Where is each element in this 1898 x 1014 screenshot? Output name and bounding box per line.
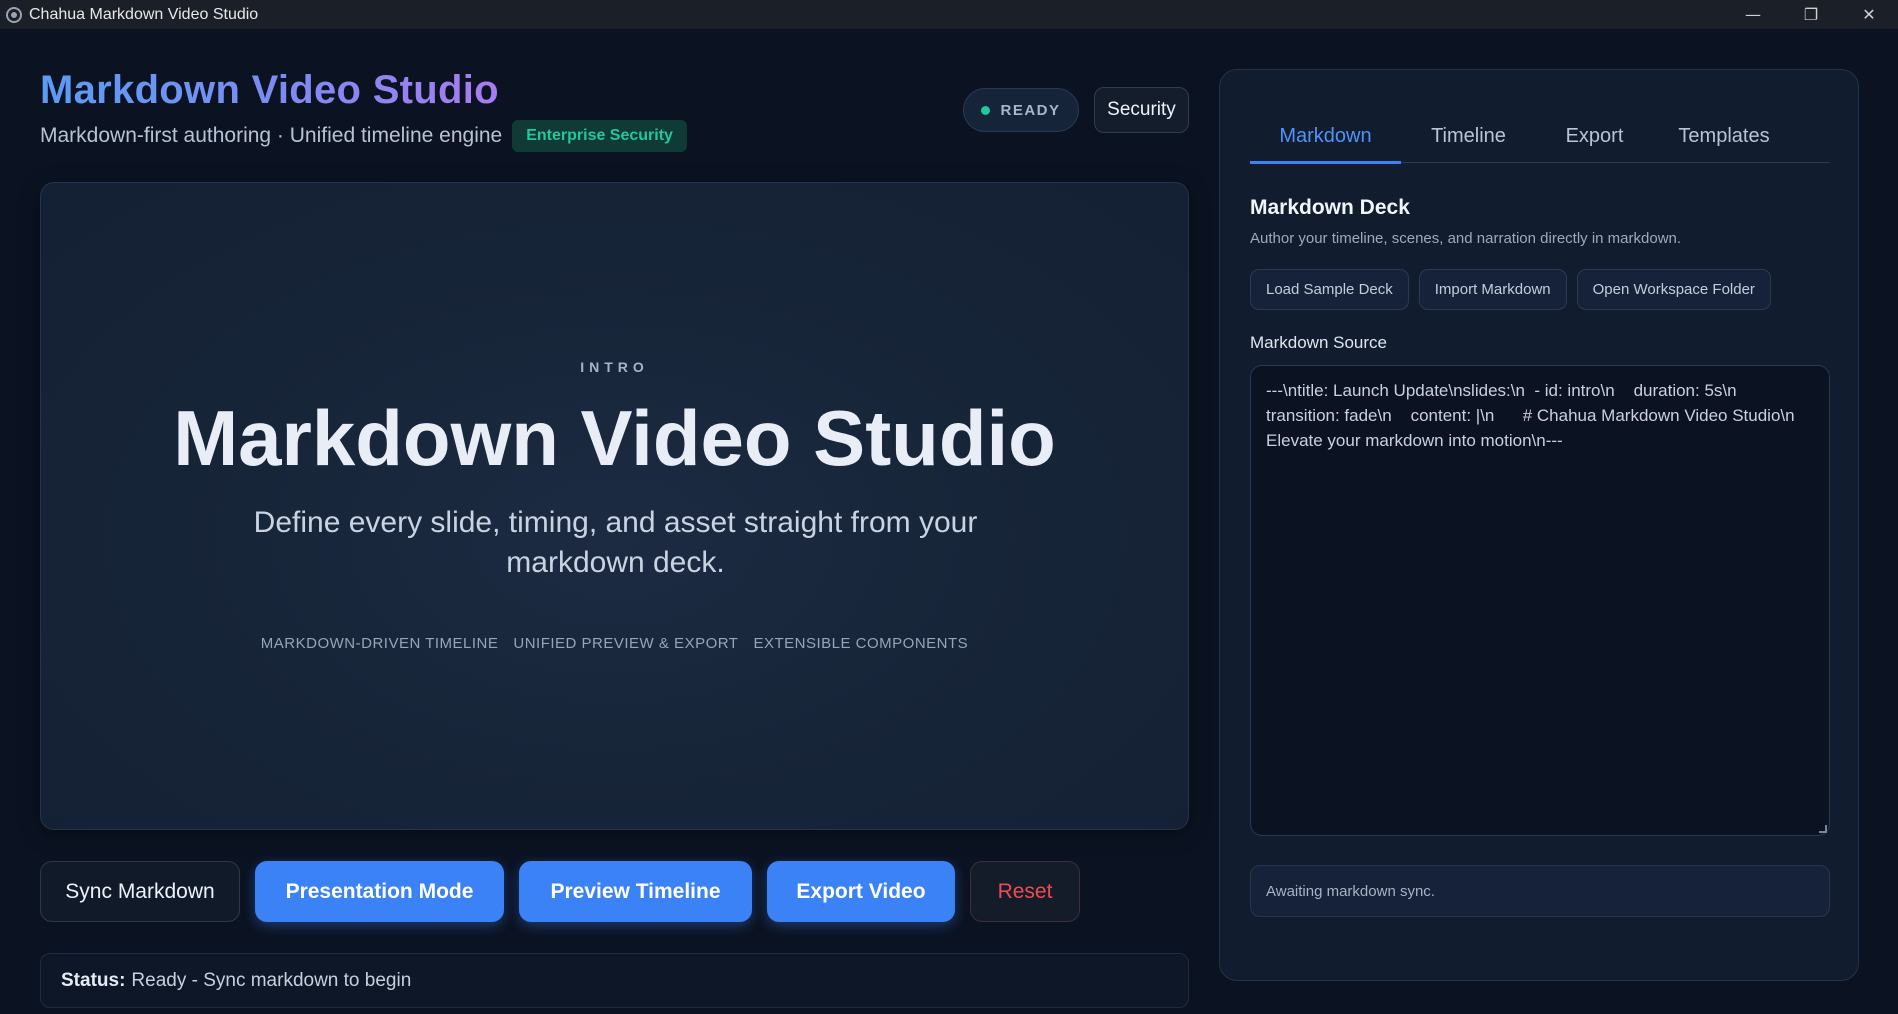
slide-title: Markdown Video Studio — [173, 394, 1056, 482]
markdown-source-text: ---\ntitle: Launch Update\nslides:\n - i… — [1266, 381, 1823, 450]
resize-grip-icon[interactable] — [1819, 825, 1827, 833]
status-text: Ready - Sync markdown to begin — [131, 969, 412, 991]
presentation-mode-button[interactable]: Presentation Mode — [255, 861, 504, 922]
window-titlebar: Chahua Markdown Video Studio — ❐ ✕ — [0, 0, 1898, 29]
restore-icon[interactable]: ❐ — [1782, 0, 1840, 29]
slide-tag: UNIFIED PREVIEW & EXPORT — [513, 635, 739, 652]
minimize-icon[interactable]: — — [1724, 0, 1782, 29]
sync-markdown-button[interactable]: Sync Markdown — [40, 861, 240, 922]
app-logo-icon — [6, 6, 22, 23]
tab-markdown[interactable]: Markdown — [1250, 110, 1401, 164]
enterprise-security-badge: Enterprise Security — [512, 120, 687, 152]
action-bar: Sync Markdown Presentation Mode Preview … — [40, 861, 1080, 922]
open-workspace-folder-button[interactable]: Open Workspace Folder — [1576, 269, 1771, 310]
slide-description: Define every slide, timing, and asset st… — [253, 506, 978, 579]
panel-tabs: Markdown Timeline Export Templates — [1250, 110, 1830, 164]
slide-kicker: INTRO — [580, 359, 649, 375]
security-button[interactable]: Security — [1094, 87, 1189, 133]
slide-tag: EXTENSIBLE COMPONENTS — [753, 635, 969, 652]
app-subtitle: Markdown-first authoring · Unified timel… — [40, 124, 503, 147]
side-panel: Markdown Timeline Export Templates Markd… — [1219, 69, 1859, 981]
ready-status-pill: READY — [963, 88, 1079, 132]
status-label: Status: — [61, 969, 126, 991]
deck-title: Markdown Deck — [1250, 196, 1410, 219]
tab-export[interactable]: Export — [1536, 110, 1653, 163]
tab-templates[interactable]: Templates — [1653, 110, 1795, 163]
subtitle-row: Markdown-first authoring · Unified timel… — [40, 120, 687, 152]
status-bar: Status: Ready - Sync markdown to begin — [40, 953, 1189, 1008]
sync-status-box: Awaiting markdown sync. — [1250, 865, 1830, 917]
preview-stage: INTRO Markdown Video Studio Define every… — [40, 182, 1189, 830]
close-icon[interactable]: ✕ — [1840, 0, 1898, 29]
load-sample-deck-button[interactable]: Load Sample Deck — [1250, 269, 1409, 310]
slide-tags: MARKDOWN-DRIVEN TIMELINE UNIFIED PREVIEW… — [41, 635, 1188, 652]
deck-description: Author your timeline, scenes, and narrat… — [1250, 230, 1682, 247]
ready-dot-icon — [981, 105, 991, 115]
slide-tag: MARKDOWN-DRIVEN TIMELINE — [260, 635, 499, 652]
tab-timeline[interactable]: Timeline — [1401, 110, 1536, 163]
preview-timeline-button[interactable]: Preview Timeline — [519, 861, 752, 922]
app-title: Markdown Video Studio — [40, 68, 499, 112]
deck-button-group: Load Sample Deck Import Markdown Open Wo… — [1250, 269, 1771, 310]
export-video-button[interactable]: Export Video — [767, 861, 955, 922]
markdown-source-editor[interactable]: ---\ntitle: Launch Update\nslides:\n - i… — [1250, 365, 1830, 836]
import-markdown-button[interactable]: Import Markdown — [1418, 269, 1567, 310]
markdown-source-label: Markdown Source — [1250, 333, 1388, 352]
window-controls: — ❐ ✕ — [1724, 0, 1898, 29]
reset-button[interactable]: Reset — [970, 861, 1080, 922]
window-title: Chahua Markdown Video Studio — [29, 5, 259, 23]
ready-label: READY — [1000, 101, 1061, 119]
